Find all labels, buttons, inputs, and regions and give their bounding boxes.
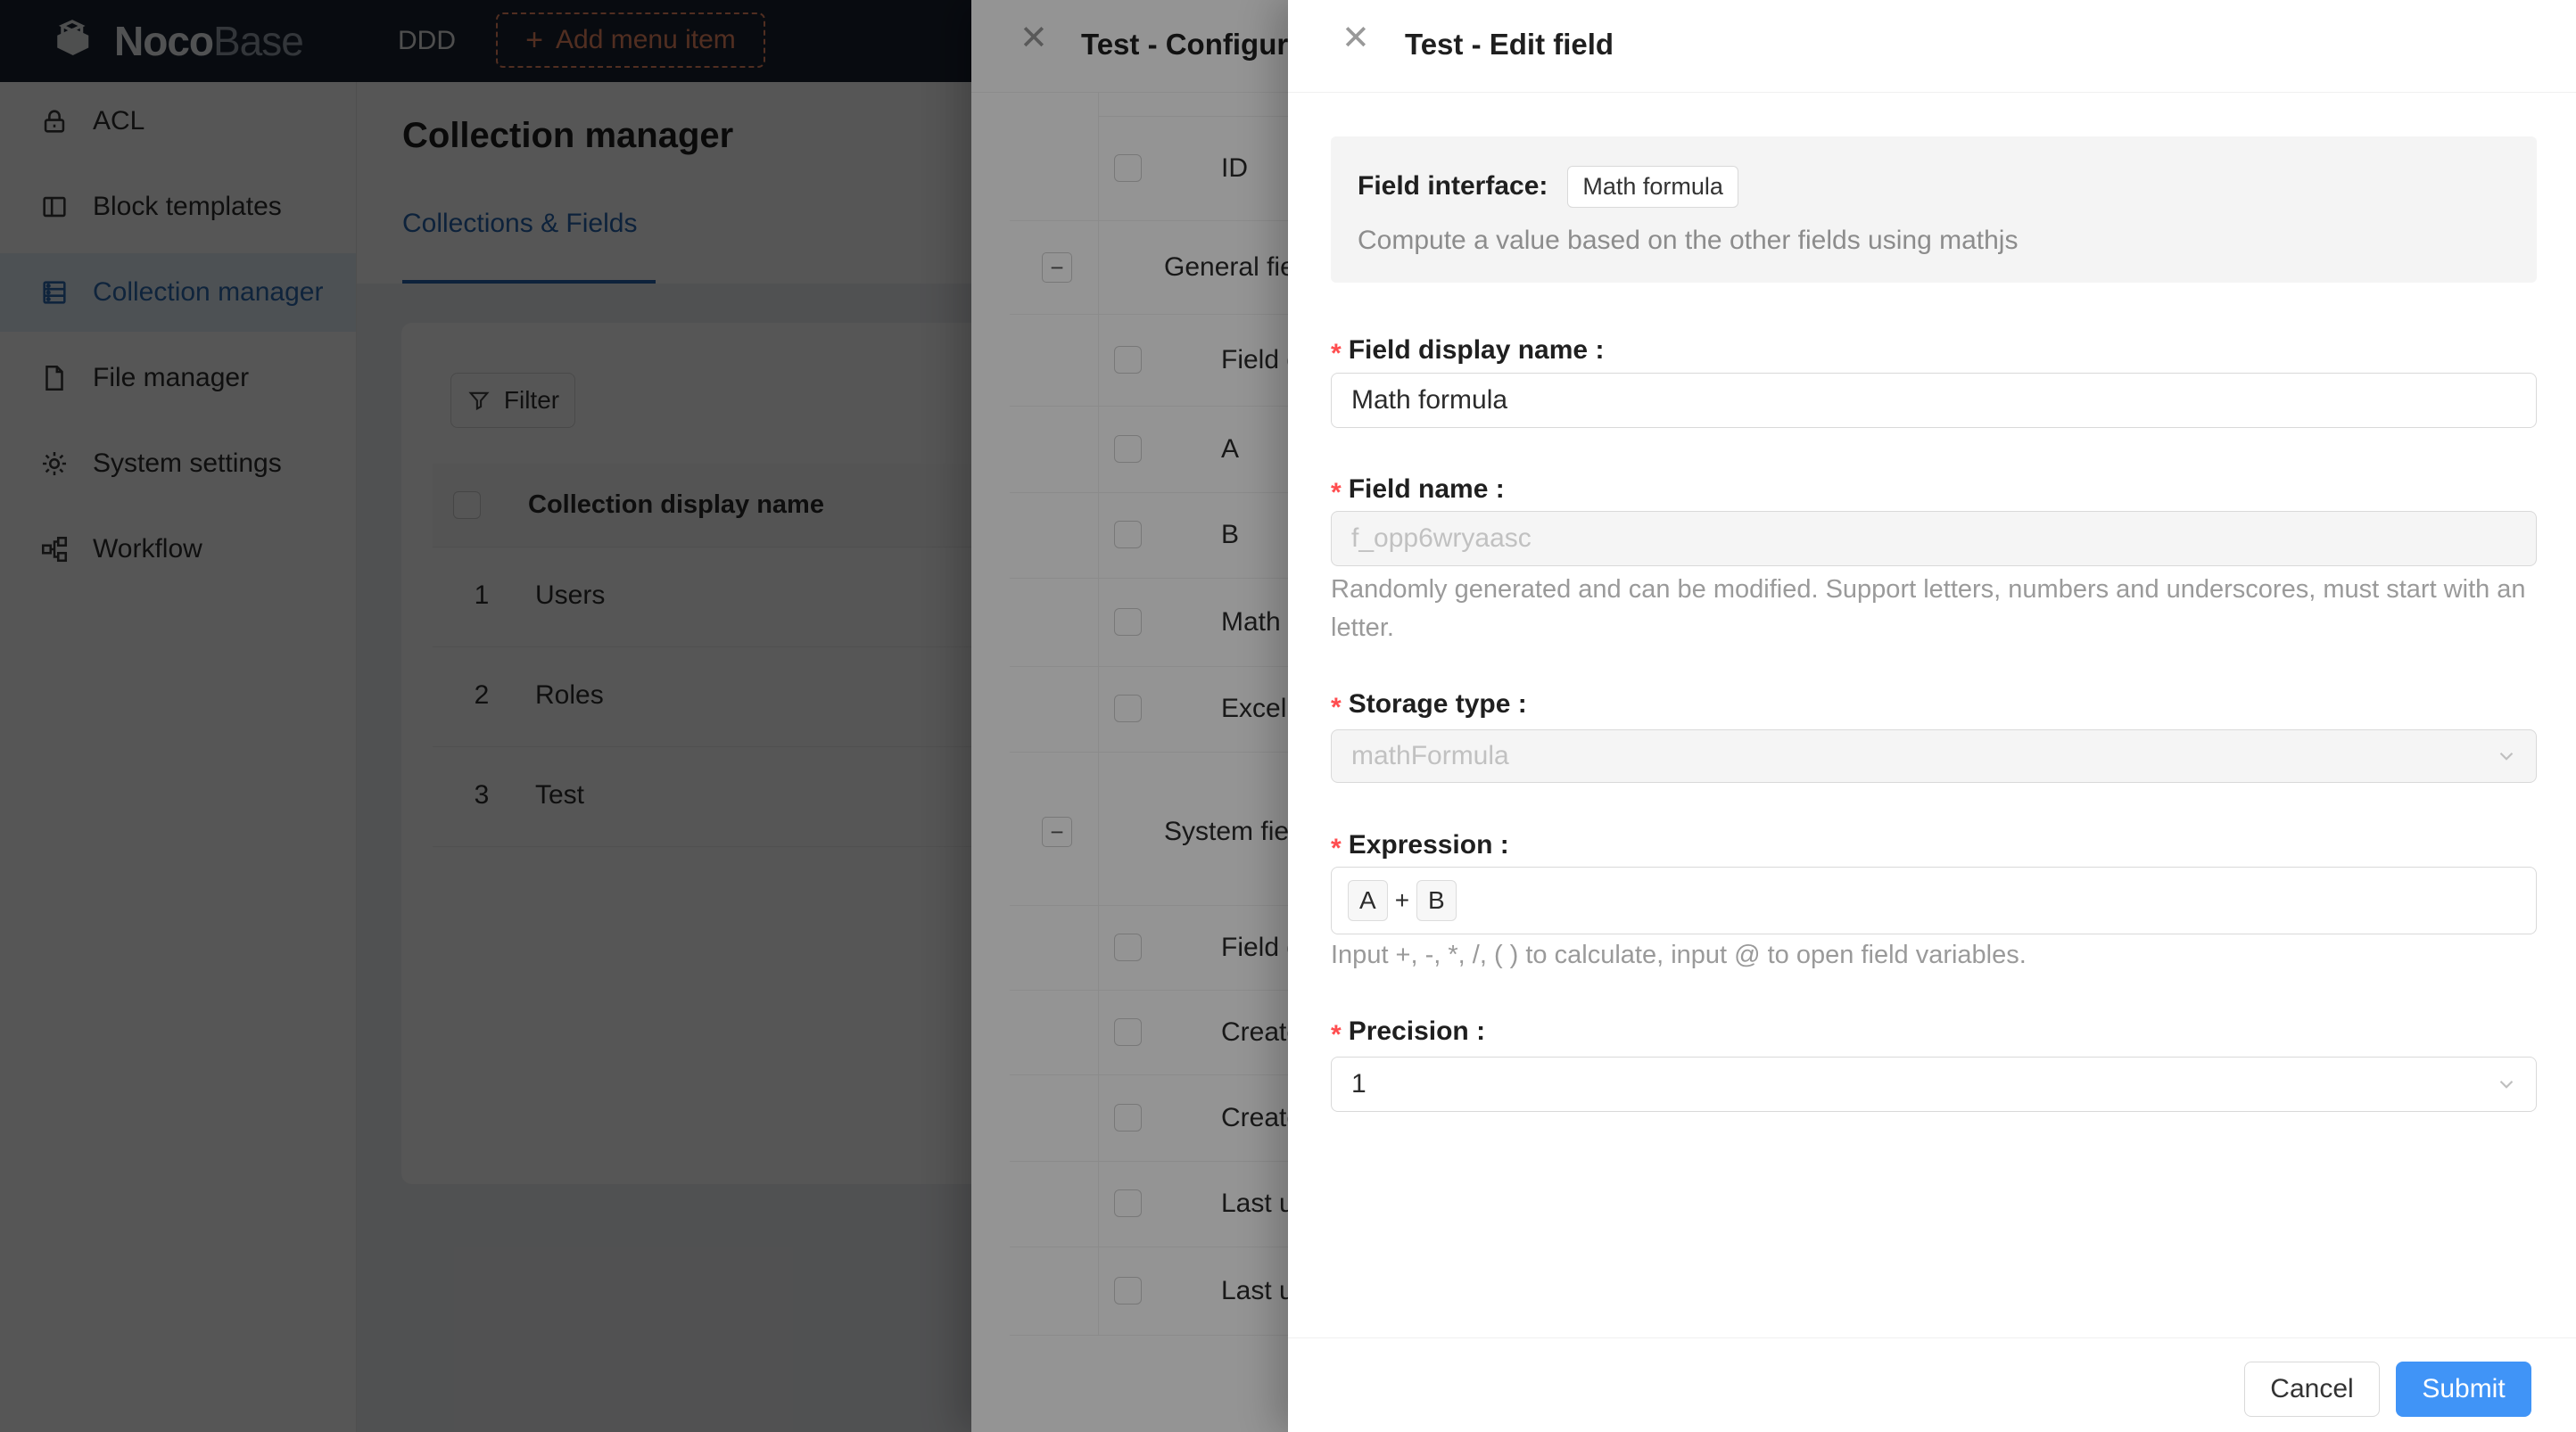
field-name-help: Randomly generated and can be modified. … <box>1331 575 2526 642</box>
storage-type-select[interactable]: mathFormula <box>1331 729 2537 783</box>
close-icon[interactable]: ✕ <box>1342 21 1370 55</box>
storage-type-value: mathFormula <box>1351 741 1509 770</box>
field-display-name-value: Math formula <box>1351 385 1508 415</box>
edit-field-drawer: ✕ Test - Edit field Field interface: Mat… <box>1288 0 2576 1432</box>
required-mark: * <box>1331 478 1342 507</box>
field-name-value: f_opp6wryaasc <box>1351 523 1532 553</box>
storage-type-label: * Storage type : <box>1331 689 1527 722</box>
expression-chip-b[interactable]: B <box>1416 880 1457 921</box>
field-display-name-label: * Field display name : <box>1331 335 1605 368</box>
field-name-input[interactable]: f_opp6wryaasc <box>1331 511 2537 566</box>
field-interface-row: Field interface: Math formula <box>1358 163 1738 210</box>
precision-label: * Precision : <box>1331 1016 1486 1049</box>
precision-value: 1 <box>1351 1069 1366 1099</box>
cancel-button[interactable]: Cancel <box>2244 1362 2380 1417</box>
field-interface-box: Field interface: Math formula Compute a … <box>1331 136 2537 283</box>
expression-operator: + <box>1394 886 1410 914</box>
required-mark: * <box>1331 693 1342 722</box>
precision-select[interactable]: 1 <box>1331 1057 2537 1112</box>
field-interface-label: Field interface: <box>1358 171 1548 201</box>
field-interface-description: Compute a value based on the other field… <box>1358 226 2019 255</box>
edit-drawer-header: ✕ Test - Edit field <box>1288 0 2576 93</box>
required-mark: * <box>1331 339 1342 368</box>
edit-drawer-title: Test - Edit field <box>1405 28 1614 61</box>
expression-help: Input +, -, *, /, ( ) to calculate, inpu… <box>1331 941 2027 969</box>
required-mark: * <box>1331 1020 1342 1049</box>
expression-label: * Expression : <box>1331 830 1509 863</box>
field-name-label: * Field name : <box>1331 474 1505 507</box>
footer-divider <box>1288 1337 2576 1338</box>
field-display-name-input[interactable]: Math formula <box>1331 373 2537 428</box>
chevron-down-icon <box>2495 745 2518 768</box>
chevron-down-icon <box>2495 1073 2518 1096</box>
expression-input[interactable]: A + B <box>1331 867 2537 934</box>
expression-chip-a[interactable]: A <box>1348 880 1388 921</box>
field-interface-tag: Math formula <box>1567 165 1738 208</box>
required-mark: * <box>1331 834 1342 863</box>
submit-button[interactable]: Submit <box>2396 1362 2531 1417</box>
